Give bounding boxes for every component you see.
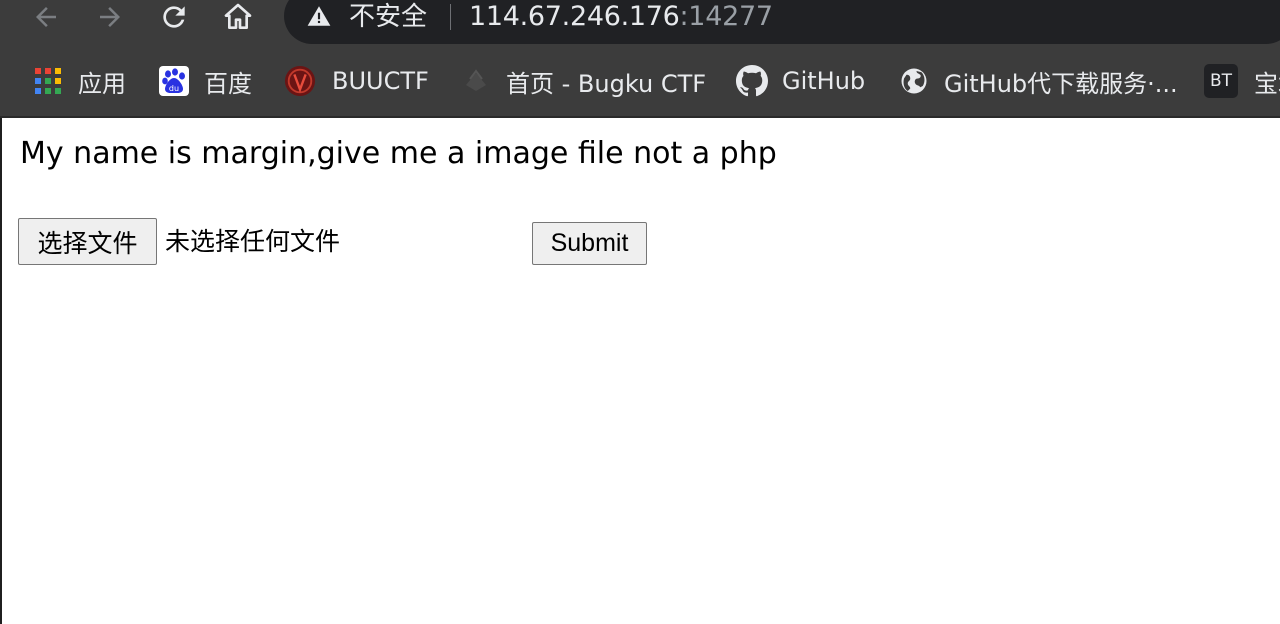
github-icon — [736, 65, 768, 97]
bookmark-bugku[interactable]: 首页 - Bugku CTF — [460, 46, 706, 116]
url-text[interactable]: 114.67.246.176:14277 — [469, 0, 773, 34]
bookmark-bt[interactable]: BT 宝塔 — [1204, 46, 1280, 116]
apps-grid-icon — [32, 65, 64, 97]
buuctf-logo-icon — [284, 65, 316, 97]
back-button[interactable] — [26, 0, 66, 34]
bookmarks-bar: 应用 du 百度 BUUCTF 首页 - Bugku CTF GitHub Gi… — [0, 46, 1280, 118]
bugku-logo-icon — [460, 65, 492, 97]
bookmark-label: 应用 — [78, 69, 126, 98]
bookmark-label: 百度 — [204, 69, 252, 98]
bookmark-label: 宝塔 — [1254, 69, 1280, 98]
globe-icon — [898, 65, 930, 97]
home-icon — [224, 3, 252, 29]
url-port: :14277 — [679, 1, 774, 32]
bookmark-github[interactable]: GitHub — [736, 46, 865, 116]
svg-text:du: du — [169, 84, 179, 93]
page-content: My name is margin,give me a image file n… — [0, 118, 1280, 624]
reload-icon — [163, 6, 185, 28]
submit-button[interactable]: Submit — [532, 222, 647, 265]
bookmark-buuctf[interactable]: BUUCTF — [284, 46, 429, 116]
choose-file-button[interactable]: 选择文件 — [18, 218, 157, 265]
warning-triangle-icon[interactable] — [306, 3, 332, 29]
page-heading: My name is margin,give me a image file n… — [20, 136, 777, 171]
bookmark-label: 首页 - Bugku CTF — [506, 69, 707, 98]
home-button[interactable] — [218, 0, 258, 34]
baidu-paw-icon: du — [158, 65, 190, 97]
arrow-right-icon — [100, 7, 120, 27]
reload-button[interactable] — [154, 0, 194, 34]
forward-button[interactable] — [90, 0, 130, 34]
security-status-label[interactable]: 不安全 — [349, 0, 427, 34]
bookmark-apps[interactable]: 应用 — [32, 46, 126, 116]
bookmark-label: GitHub — [782, 67, 866, 95]
url-host: 114.67.246.176 — [469, 1, 680, 32]
bookmark-github-download[interactable]: GitHub代下载服务·... — [898, 46, 1178, 116]
bookmark-label: GitHub代下载服务·... — [944, 69, 1178, 98]
bookmark-label: BUUCTF — [332, 67, 429, 95]
bt-badge-text: BT — [1209, 71, 1233, 91]
browser-toolbar: 不安全 114.67.246.176:14277 — [0, 0, 1280, 46]
arrow-left-icon — [36, 7, 56, 27]
address-bar[interactable] — [284, 0, 1280, 44]
address-separator — [450, 4, 451, 30]
file-status-text: 未选择任何文件 — [165, 227, 341, 256]
bookmark-baidu[interactable]: du 百度 — [158, 46, 252, 116]
bt-badge-icon: BT — [1204, 64, 1238, 98]
